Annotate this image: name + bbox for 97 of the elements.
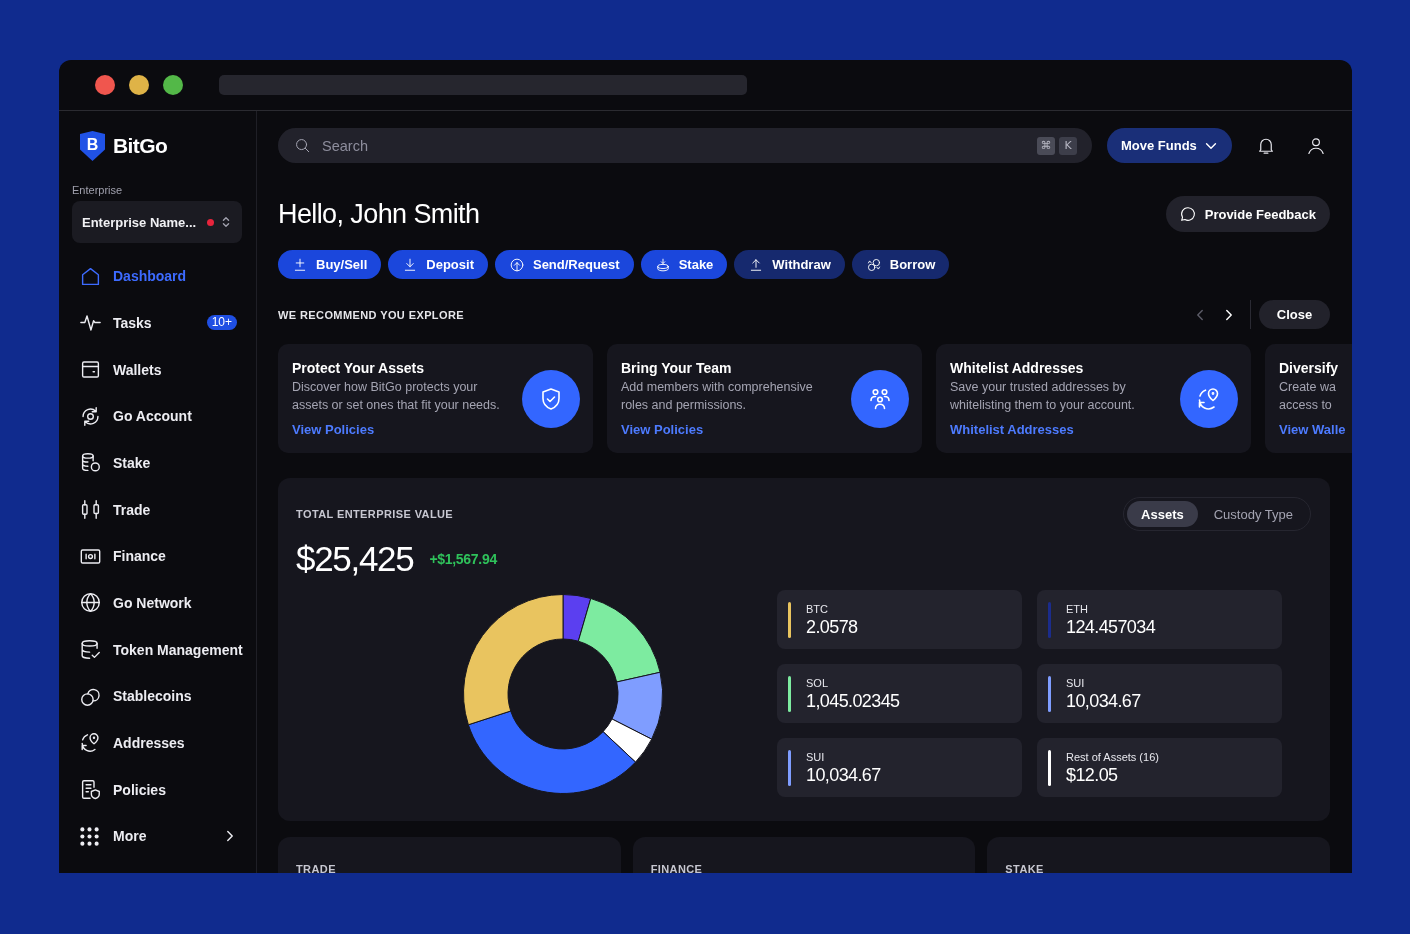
enterprise-selector[interactable]: Enterprise Name... [72,201,242,243]
home-icon [80,265,101,287]
window-minimize-icon[interactable] [129,75,149,95]
card-link[interactable]: View Walle [1279,421,1346,439]
action-button[interactable]: Stake [640,250,728,279]
asset-symbol: SUI [806,749,825,764]
count-badge: 10+ [206,315,237,331]
logo-text: BitGo [113,134,168,158]
action-button[interactable]: Withdraw [734,250,845,279]
chevron-right-icon [226,830,234,843]
card-title: Whitelist Addresses [950,359,1084,378]
window-maximize-icon[interactable] [163,75,183,95]
card-title: Bring Your Team [621,359,732,378]
upload-icon [749,257,764,272]
coin-stack-icon [80,452,101,474]
action-button[interactable]: Deposit [388,250,488,279]
card-link[interactable]: Whitelist Addresses [950,421,1074,439]
location-sync-icon [80,732,101,754]
asset-amount: 2.0578 [806,615,858,638]
card-title: Protect Your Assets [292,359,424,378]
shield-check-icon [522,369,580,428]
feedback-button[interactable]: Provide Feedback [1165,196,1330,232]
asset-symbol: BTC [806,601,828,616]
asset-symbol: Rest of Assets (16) [1066,749,1159,764]
dots-grid-icon [80,826,99,846]
sidebar-item[interactable]: Policies [72,766,242,813]
section-title: FINANCE [650,863,703,873]
sidebar-item[interactable]: More [72,812,242,860]
greeting-heading: Hello, John Smith [278,198,480,231]
asset-symbol: SUI [1066,675,1085,690]
chat-bubble-icon [1179,206,1196,222]
sidebar-item[interactable]: Wallets [72,346,242,393]
user-icon[interactable] [1306,136,1325,155]
pulse-icon [80,312,101,334]
close-button[interactable]: Close [1259,300,1330,329]
coin-tray-icon [655,257,670,272]
sidebar-item[interactable]: Finance [72,532,242,580]
view-tab[interactable]: Custody Type [1199,501,1307,527]
document-shield-icon [80,779,101,801]
card-link[interactable]: View Policies [621,421,704,439]
card-description: Create wa access to [1279,379,1336,414]
asset-amount: 10,034.67 [806,763,881,786]
globe-icon [80,592,101,614]
total-amount: $25,425 [296,538,414,580]
move-funds-button[interactable]: Move Funds [1107,128,1232,163]
section-heading: WE RECOMMEND YOU EXPLORE [278,308,465,321]
logo-mark: B [80,131,105,161]
status-dot-icon [207,218,214,226]
card-title: Diversify [1279,359,1339,378]
shortcut-key: K [1059,136,1077,155]
section-title: STAKE [1005,863,1044,873]
card-description: Discover how BitGo protects your assets or set ones that fit your needs. [292,379,500,414]
card-description: Add members with comprehensive roles and permissions. [621,379,813,414]
wallet-icon [80,359,101,381]
shortcut-key: ⌘ [1037,136,1055,155]
search-bar[interactable]: Search ⌘ K [278,128,1092,163]
chevron-down-icon [1204,141,1217,150]
people-icon [851,369,909,428]
bell-icon[interactable] [1256,136,1275,155]
action-button[interactable]: Send/Request [494,250,634,279]
sidebar-item[interactable]: Trade [72,486,242,533]
chevron-right-icon[interactable] [1225,308,1233,321]
search-field[interactable]: Search [322,134,1027,157]
upload-circle-icon [509,257,524,272]
database-check-icon [80,639,101,661]
candlestick-icon [80,499,101,521]
plus-icon [293,257,307,272]
sidebar-item[interactable]: Tasks 10+ [72,299,242,347]
sidebar-item[interactable]: Dashboard [72,253,242,300]
card-description: Save your trusted addresses by whitelisting them to your account. [950,379,1135,414]
asset-symbol: SOL [806,675,828,690]
section-label: Enterprise [72,184,124,196]
chevron-updown-icon [222,216,230,228]
download-icon [403,257,418,272]
asset-amount: 1,045.02345 [806,689,900,712]
asset-amount: $12.05 [1066,763,1118,786]
window-close-icon[interactable] [95,75,115,95]
sidebar-item[interactable]: Addresses [72,719,242,767]
section-title: TRADE [296,863,336,873]
view-tab[interactable]: Assets [1127,501,1198,527]
location-sync-icon [1180,369,1238,428]
sidebar-item[interactable]: Go Account [72,392,242,440]
sidebar-item[interactable]: Go Network [72,579,242,627]
sidebar-item[interactable]: Stablecoins [72,672,242,720]
section-heading: TOTAL ENTERPRISE VALUE [296,508,454,520]
card-link[interactable]: View Policies [292,421,375,439]
sidebar-item[interactable]: Stake [72,439,242,487]
action-button[interactable]: Buy/Sell [278,250,382,279]
asset-amount: 124.457034 [1066,615,1156,638]
sidebar-item[interactable]: Token Management [72,626,242,673]
change-amount: +$1,567.94 [429,551,497,567]
rings-arrows-icon [866,257,881,272]
circle-sync-icon [80,405,101,427]
asset-symbol: ETH [1066,601,1088,616]
asset-amount: 10,034.67 [1066,689,1141,712]
action-button[interactable]: Borrow [851,250,950,279]
search-icon [295,138,310,153]
